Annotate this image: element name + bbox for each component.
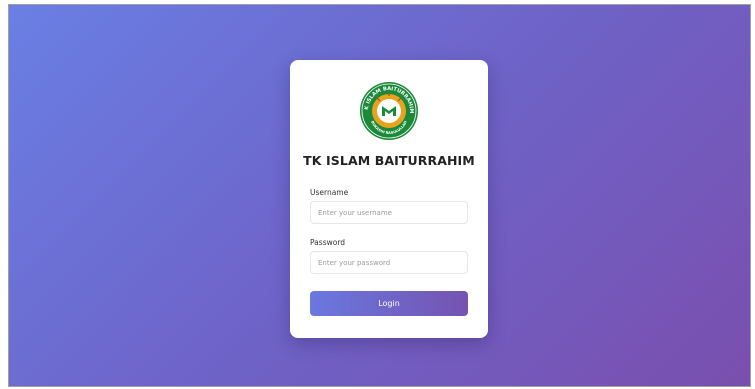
password-input[interactable] (310, 251, 468, 274)
login-page-background: TK ISLAM BAITURRAHIM BUKASIH RASULULLAH … (8, 4, 751, 387)
login-card: TK ISLAM BAITURRAHIM BUKASIH RASULULLAH … (290, 60, 488, 338)
username-input[interactable] (310, 201, 468, 224)
login-button[interactable]: Login (310, 291, 468, 316)
password-label: Password (310, 238, 346, 247)
school-name-title: TK ISLAM BAITURRAHIM (303, 153, 475, 168)
school-logo-icon: TK ISLAM BAITURRAHIM BUKASIH RASULULLAH (359, 80, 418, 140)
username-label: Username (310, 188, 349, 197)
